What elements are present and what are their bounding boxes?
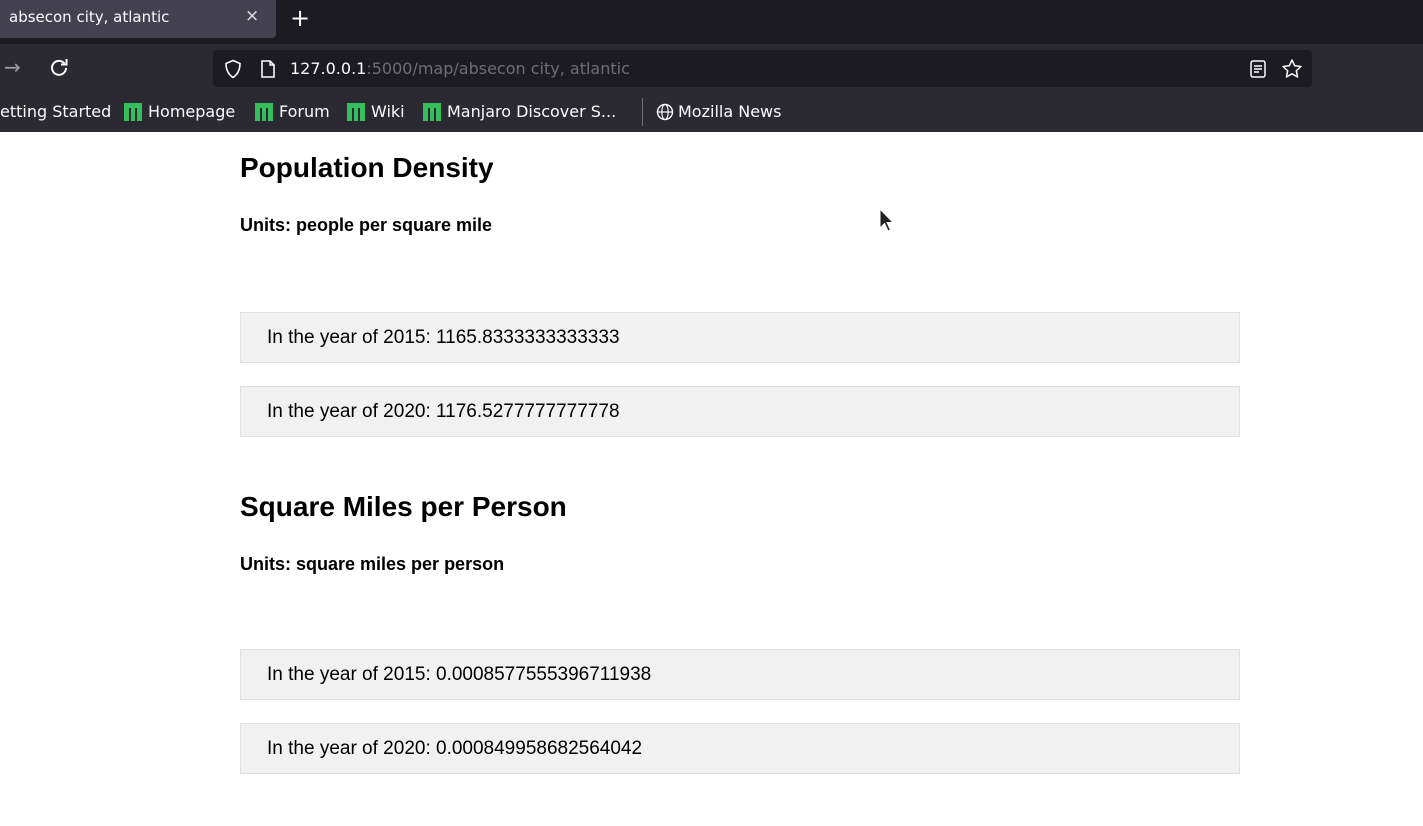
bookmark-star-icon[interactable]	[1281, 58, 1303, 80]
bookmark-forum[interactable]: Forum	[255, 102, 330, 121]
section-units: Units: square miles per person	[240, 554, 505, 574]
shield-icon[interactable]	[223, 59, 243, 79]
reload-button[interactable]	[49, 57, 69, 77]
manjaro-icon	[124, 102, 142, 121]
bookmark-separator	[642, 98, 643, 126]
bookmarks-toolbar: etting Started Homepage Forum Wiki Manja…	[0, 94, 1423, 132]
bookmark-manjaro-discover[interactable]: Manjaro Discover S...	[423, 102, 616, 121]
list-item: In the year of 2015: 0.00085775553967119…	[240, 649, 1240, 700]
bookmark-mozilla-news[interactable]: Mozilla News	[656, 102, 781, 121]
section-title-population-density: Population Density	[240, 152, 494, 183]
section-units: Units: people per square mile	[240, 215, 493, 235]
bookmark-label: Manjaro Discover S...	[447, 102, 617, 121]
manjaro-icon	[347, 102, 365, 121]
page-icon[interactable]	[259, 59, 277, 79]
active-tab[interactable]: absecon city, atlantic ×	[0, 0, 276, 38]
mouse-cursor-icon	[879, 208, 895, 232]
address-bar[interactable]: 127.0.0.1:5000/map/absecon city, atlanti…	[213, 50, 1312, 87]
tab-strip: absecon city, atlantic × +	[0, 0, 1423, 44]
reload-icon	[51, 59, 68, 76]
tab-title: absecon city, atlantic	[9, 8, 170, 26]
list-item: In the year of 2020: 1176.5277777777778	[240, 386, 1240, 437]
page-content: Population Density Units: people per squ…	[0, 132, 1423, 826]
bookmark-label: Homepage	[148, 102, 236, 121]
new-tab-button[interactable]: +	[290, 4, 310, 32]
close-tab-icon[interactable]: ×	[245, 6, 259, 26]
section-title-square-miles-per-person: Square Miles per Person	[240, 491, 567, 522]
url-text[interactable]: 127.0.0.1:5000/map/absecon city, atlanti…	[290, 59, 630, 78]
bookmark-label: Forum	[279, 102, 330, 121]
bookmark-getting-started[interactable]: etting Started	[0, 102, 111, 121]
manjaro-icon	[423, 102, 441, 121]
url-path: :5000/map/absecon city, atlantic	[366, 59, 630, 78]
navigation-toolbar: → 127.0.0.1:5000/map/absecon city, atlan…	[0, 44, 1423, 94]
bookmark-homepage[interactable]: Homepage	[124, 102, 235, 121]
bookmark-label: Mozilla News	[678, 102, 782, 121]
list-item: In the year of 2020: 0.00084995868256404…	[240, 723, 1240, 774]
bookmark-label: Wiki	[371, 102, 405, 121]
bookmark-label: etting Started	[0, 102, 112, 121]
browser-chrome: absecon city, atlantic × + → 127.0.0.1:5…	[0, 0, 1423, 132]
globe-icon	[656, 103, 674, 120]
manjaro-icon	[255, 102, 273, 121]
reader-view-icon[interactable]	[1249, 59, 1267, 79]
list-item: In the year of 2015: 1165.8333333333333	[240, 312, 1240, 363]
forward-button[interactable]: →	[4, 55, 21, 79]
url-host: 127.0.0.1	[290, 59, 367, 78]
bookmark-wiki[interactable]: Wiki	[347, 102, 405, 121]
